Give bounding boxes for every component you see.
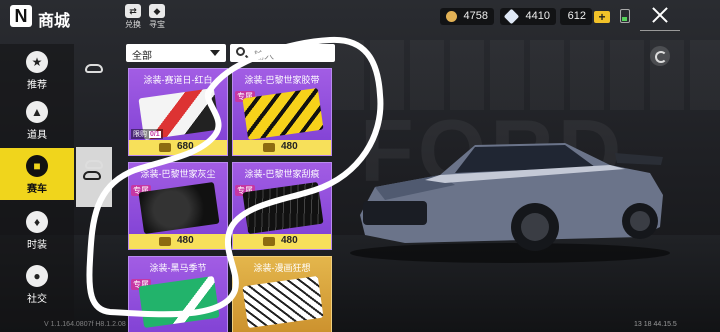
coupon-icon [159,143,171,152]
social-icon: ● [26,265,48,287]
car-icon: ■ [26,155,48,177]
coin-value: 4758 [463,10,488,22]
fashion-icon: ♦ [26,211,48,233]
price-value: 480 [177,235,194,246]
item-name: 涂装-巴黎世家刮痕 [244,169,320,179]
sidebar-item-recommend[interactable]: ★ 推荐 [0,44,74,96]
search-placeholder: 输入 [254,51,274,62]
close-icon[interactable] [650,5,670,25]
paint-preview [138,181,220,235]
item-name: 涂装-巴黎世家胶带 [244,75,320,85]
sidebar-item-label: 时装 [27,240,47,251]
paint-preview [242,181,324,235]
wheel-icon [85,160,103,169]
diamond-icon [503,8,520,25]
sidebar-item-label: 推荐 [27,80,47,91]
item-card[interactable]: 涂装-巴黎世家灰尘 专属 480 [128,162,228,250]
sidebar-item-fashion[interactable]: ♦ 时装 [0,204,74,256]
item-name: 涂装-巴黎世家灰尘 [140,169,216,179]
diamond-balance[interactable]: 4410 [500,8,556,25]
category-dropdown[interactable]: 全部 [126,44,226,62]
game-logo: N [10,5,32,27]
coupon-icon [159,237,171,246]
search-icon [236,47,245,56]
dropdown-value: 全部 [132,51,152,62]
clock-text: 13 18 44.15.5 [634,321,677,328]
price-bar: 480 [233,234,331,249]
price-value: 480 [281,235,298,246]
item-card[interactable]: 涂装-巴黎世家刮痕 专属 480 [232,162,332,250]
item-icon: ▲ [26,101,48,123]
divider [640,30,680,31]
exchange-icon: ⇄ [125,4,141,18]
car-preview[interactable] [345,125,675,265]
sidebar-item-items[interactable]: ▲ 道具 [0,94,74,146]
limit-count: 0/1 [148,131,161,138]
diamond-value: 4410 [525,10,550,22]
chevron-down-icon [210,50,220,56]
topup-button[interactable]: + [594,11,610,23]
price-value: 480 [281,141,298,152]
paint-preview [242,87,324,141]
shop-screen: FORD N 商城 ⇄ 兑换 ◆ 寻宝 4758 [0,0,720,332]
item-card[interactable]: 涂装-赛道日-红白 限购 0/1 680 [128,68,228,156]
ticket-balance[interactable]: 612 [560,8,592,25]
paint-preview [242,275,324,329]
sidebar-item-label: 道具 [27,130,47,141]
treasure-icon: ◆ [149,4,165,18]
limit-label: 限购 [133,131,147,138]
subcategory-car[interactable] [78,57,110,81]
coin-balance[interactable]: 4758 [440,8,494,25]
page-title: 商城 [38,13,71,30]
item-name: 涂装-赛道日-红白 [143,75,213,85]
item-name: 涂装-黑马季节 [149,263,207,273]
item-card[interactable]: 涂装-巴黎世家胶带 专属 480 [232,68,332,156]
car-icon [85,64,103,73]
version-text: V 1.1.164.0807f H8.1.2.08 [44,321,126,328]
top-bar: N 商城 ⇄ 兑换 ◆ 寻宝 4758 4410 612 + [0,0,720,34]
search-input[interactable]: 输入 [230,44,335,62]
ticket-value: 612 [567,10,586,22]
exchange-label: 兑换 [125,20,141,29]
coupon-icon [263,143,275,152]
sidebar-item-social[interactable]: ● 社交 [0,258,74,310]
price-value: 680 [177,141,194,152]
recommend-icon: ★ [26,51,48,73]
battery-icon [620,9,630,23]
price-bar: 680 [129,140,227,155]
treasure-button[interactable]: ◆ 寻宝 [144,4,170,32]
price-bar: 480 [233,140,331,155]
sidebar-item-label: 赛车 [27,184,47,195]
item-card[interactable]: 涂装-漫画狂想 [232,256,332,332]
sidebar-item-label: 社交 [27,294,47,305]
rotate-view-button[interactable] [650,46,670,66]
sidebar-item-cars[interactable]: ■ 赛车 [0,148,74,200]
exchange-button[interactable]: ⇄ 兑换 [120,4,146,32]
purchase-limit: 限购 0/1 [131,129,163,139]
subcategory-other[interactable] [78,153,110,177]
paint-preview [138,275,220,329]
price-bar: 480 [129,234,227,249]
item-grid: 涂装-赛道日-红白 限购 0/1 680 涂装-巴黎世家胶带 专属 480 涂装… [128,68,338,332]
item-card[interactable]: 涂装-黑马季节 专属 [128,256,228,332]
treasure-label: 寻宝 [149,20,165,29]
subcategory-column [76,55,112,325]
coin-icon [446,11,457,22]
item-name: 涂装-漫画狂想 [253,263,311,273]
coupon-icon [263,237,275,246]
category-sidebar: ★ 推荐 ▲ 道具 ■ 赛车 ♦ 时装 ● 社交 [0,44,74,324]
